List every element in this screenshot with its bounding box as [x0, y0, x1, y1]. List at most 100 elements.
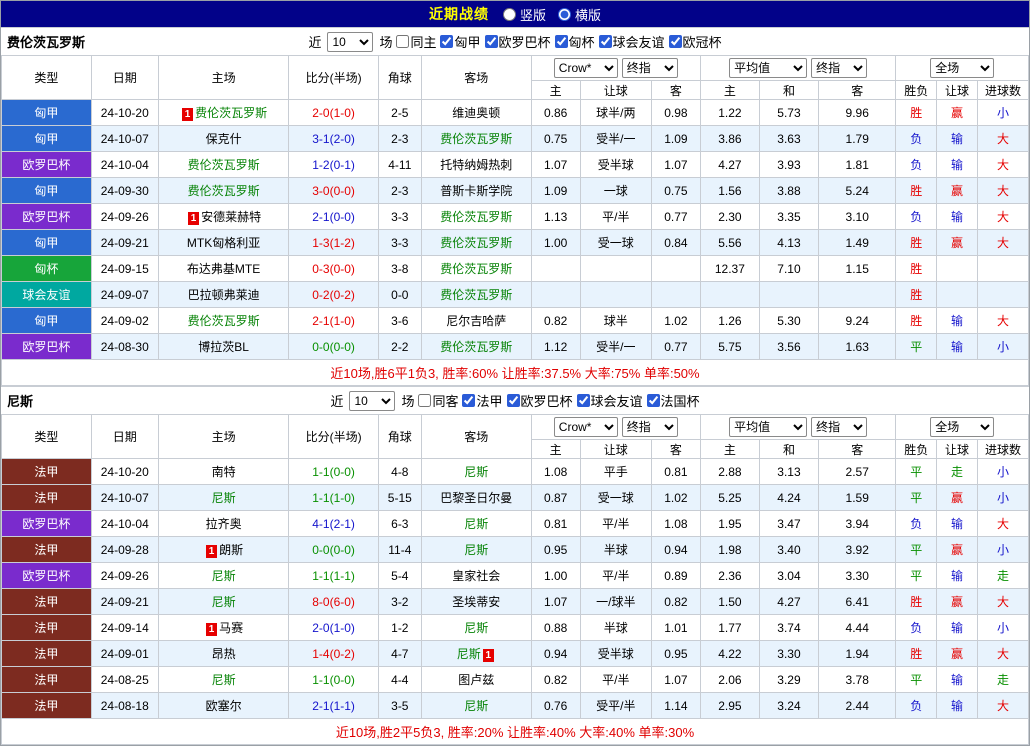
league-checkbox[interactable]	[506, 394, 520, 407]
home-team-name[interactable]: 布达弗基MTE	[187, 262, 260, 276]
games-label: 场	[401, 394, 415, 409]
league-filter-option[interactable]: 欧罗巴杯	[484, 32, 551, 51]
avg-home-cell: 2.95	[699, 692, 760, 719]
verdict-goals-cell: 大	[976, 151, 1030, 178]
away-team-name[interactable]: 费伦茨瓦罗斯	[440, 262, 512, 276]
home-team-name[interactable]: 费伦茨瓦罗斯	[195, 106, 267, 120]
bookmaker-select[interactable]: Crow*	[553, 58, 618, 78]
final-index-select[interactable]: 终指	[811, 58, 868, 78]
away-team-name[interactable]: 尼斯	[457, 647, 481, 661]
away-team-name[interactable]: 费伦茨瓦罗斯	[440, 210, 512, 224]
same-venue-checkbox[interactable]	[418, 394, 432, 407]
away-team-name[interactable]: 托特纳姆热刺	[440, 158, 512, 172]
home-team-name[interactable]: 费伦茨瓦罗斯	[188, 314, 260, 328]
home-team-name[interactable]: 马赛	[219, 621, 243, 635]
away-team-name[interactable]: 普斯卡斯学院	[440, 184, 512, 198]
match-count-select[interactable]: 10	[327, 31, 374, 52]
away-team-name[interactable]: 尼斯	[464, 543, 488, 557]
away-team-name[interactable]: 圣埃蒂安	[452, 595, 500, 609]
away-team-name[interactable]: 皇家社会	[452, 569, 500, 583]
same-venue-label: 同客	[432, 394, 459, 409]
match-row: 欧罗巴杯 24-10-04 拉齐奥 4-1(2-1) 6-3 尼斯 0.81 平/半 1.08 1…	[1, 510, 1030, 537]
corner-cell: 4-8	[377, 458, 422, 485]
fulltime-select[interactable]: 全场	[930, 417, 995, 437]
away-team-name[interactable]: 图卢兹	[458, 673, 494, 687]
match-row: 欧罗巴杯 24-08-30 博拉茨BL 0-0(0-0) 2-2 费伦茨瓦罗斯 1.12 受半…	[1, 333, 1030, 360]
odds-group-header: Crow* 终指	[530, 55, 701, 81]
away-team-name[interactable]: 费伦茨瓦罗斯	[440, 288, 512, 302]
home-team-cell: 1 朗斯	[157, 536, 290, 563]
away-team-name[interactable]: 维迪奥顿	[452, 106, 500, 120]
league-checkbox[interactable]	[646, 394, 660, 407]
final-index-select[interactable]: 终指	[621, 58, 678, 78]
home-team-name[interactable]: 拉齐奥	[206, 517, 242, 531]
home-team-name[interactable]: 巴拉顿弗莱迪	[188, 288, 260, 302]
fulltime-select[interactable]: 全场	[930, 58, 995, 78]
avg-home-cell: 1.95	[699, 510, 760, 537]
home-team-name[interactable]: 尼斯	[212, 673, 236, 687]
home-team-name[interactable]: 尼斯	[212, 491, 236, 505]
avg-home-cell: 1.22	[699, 99, 760, 126]
league-filter-option[interactable]: 球会友谊	[576, 391, 643, 410]
away-team-name[interactable]: 费伦茨瓦罗斯	[440, 340, 512, 354]
league-checkbox[interactable]	[554, 35, 568, 48]
away-team-name[interactable]: 尼斯	[464, 699, 488, 713]
avg-home-cell: 1.56	[699, 177, 760, 204]
home-team-name[interactable]: 费伦茨瓦罗斯	[188, 184, 260, 198]
league-checkbox[interactable]	[668, 35, 682, 48]
view-radio[interactable]	[558, 7, 571, 21]
average-select[interactable]: 平均值	[729, 417, 808, 437]
home-team-name[interactable]: 博拉茨BL	[198, 340, 249, 354]
away-team-cell: 尼斯	[420, 536, 532, 563]
league-type-cell: 法甲	[1, 640, 92, 667]
date-cell: 24-09-26	[90, 562, 159, 589]
bookmaker-select[interactable]: Crow*	[553, 417, 618, 437]
home-team-name[interactable]: MTK匈格利亚	[187, 236, 260, 250]
league-checkbox[interactable]	[598, 35, 612, 48]
league-filter-option[interactable]: 匈杯	[554, 32, 595, 51]
league-checkbox[interactable]	[576, 394, 590, 407]
home-team-name[interactable]: 昂热	[212, 647, 236, 661]
away-team-name[interactable]: 尼斯	[464, 621, 488, 635]
team-name: 费伦茨瓦罗斯	[7, 35, 86, 50]
same-venue-option[interactable]: 同主	[396, 32, 436, 51]
home-team-name[interactable]: 朗斯	[219, 543, 243, 557]
away-team-name[interactable]: 尼斯	[464, 517, 488, 531]
average-select[interactable]: 平均值	[729, 58, 808, 78]
home-team-name[interactable]: 保克什	[206, 132, 242, 146]
view-option-vertical[interactable]: 竖版	[502, 5, 546, 24]
league-filter-option[interactable]: 匈甲	[440, 32, 481, 51]
away-team-name[interactable]: 巴黎圣日尔曼	[440, 491, 512, 505]
view-option-horizontal[interactable]: 横版	[558, 5, 601, 24]
league-checkbox[interactable]	[440, 35, 454, 48]
away-team-name[interactable]: 尼尔吉哈萨	[446, 314, 506, 328]
league-filter-option[interactable]: 欧罗巴杯	[506, 391, 573, 410]
away-team-cell: 尼尔吉哈萨	[420, 307, 532, 334]
league-filter-option[interactable]: 欧冠杯	[668, 32, 722, 51]
home-team-name[interactable]: 尼斯	[212, 595, 236, 609]
league-filter-option[interactable]: 球会友谊	[598, 32, 665, 51]
home-team-name[interactable]: 安德莱赫特	[201, 210, 261, 224]
away-team-name[interactable]: 费伦茨瓦罗斯	[440, 236, 512, 250]
final-index-select[interactable]: 终指	[621, 417, 678, 437]
home-team-name[interactable]: 费伦茨瓦罗斯	[188, 158, 260, 172]
odds-home-cell: 1.12	[530, 333, 581, 360]
same-venue-option[interactable]: 同客	[418, 391, 458, 410]
home-team-name[interactable]: 尼斯	[212, 569, 236, 583]
home-team-name[interactable]: 欧塞尔	[206, 699, 242, 713]
away-team-name[interactable]: 尼斯	[464, 465, 488, 479]
sections-container: 费伦茨瓦罗斯近 10 场同主 匈甲 欧罗巴杯 匈杯 球会友谊 欧冠杯 类型 日期 主场 比分(半场) 角…	[1, 27, 1030, 745]
away-team-name[interactable]: 费伦茨瓦罗斯	[440, 132, 512, 146]
summary-row: 近10场,胜6平1负3, 胜率:60% 让胜率:37.5% 大率:75% 单率:…	[1, 359, 1029, 386]
league-filter-option[interactable]: 法甲	[462, 391, 503, 410]
avg-away-cell: 3.30	[817, 562, 897, 589]
same-venue-checkbox[interactable]	[396, 35, 410, 48]
home-team-name[interactable]: 南特	[212, 465, 236, 479]
league-filter-option[interactable]: 法国杯	[646, 391, 700, 410]
match-count-select[interactable]: 10	[349, 390, 396, 411]
league-checkbox[interactable]	[462, 394, 476, 407]
verdict-goals-cell: 小	[976, 99, 1030, 126]
final-index-select[interactable]: 终指	[811, 417, 868, 437]
view-radio[interactable]	[502, 7, 516, 21]
league-checkbox[interactable]	[484, 35, 498, 48]
